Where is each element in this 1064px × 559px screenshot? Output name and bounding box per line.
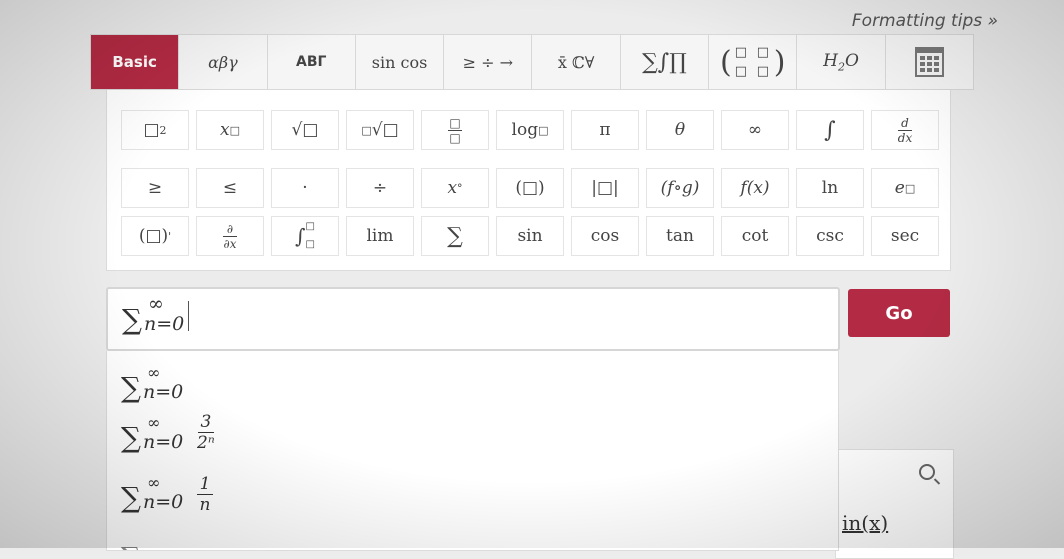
symbol-integral[interactable]: ∫ xyxy=(796,110,864,150)
tab-greek-upper[interactable]: ΑΒΓ xyxy=(268,35,356,89)
suggestion-upper: ∞ xyxy=(147,413,161,432)
symbol-sin[interactable]: sin xyxy=(496,216,564,256)
symbol-function[interactable]: f(x) xyxy=(721,168,789,208)
symbol-composition[interactable]: (f∘g) xyxy=(646,168,714,208)
symbol-theta[interactable]: θ xyxy=(646,110,714,150)
symbol-power[interactable]: x □ xyxy=(196,110,264,150)
symbol-absolute[interactable]: |□| xyxy=(571,168,639,208)
math-input[interactable]: ∑ ∞ n=0 xyxy=(106,287,840,351)
input-upper-limit: ∞ xyxy=(148,293,164,315)
symbol-exp[interactable]: e □ xyxy=(871,168,939,208)
tab-operators[interactable]: ≥ ÷ → xyxy=(444,35,533,89)
suggestion-numerator: 3 xyxy=(200,412,212,432)
tab-chemistry[interactable]: H2O xyxy=(797,35,886,89)
tab-calculus[interactable]: ∑∫∏ xyxy=(621,35,710,89)
symbol-ln[interactable]: ln xyxy=(796,168,864,208)
suggestion-lower: n=0 xyxy=(143,381,184,403)
tab-sets[interactable]: x̄ ℂ∀ xyxy=(532,35,621,89)
matrix-icon: (□ □ □ □) xyxy=(720,44,786,80)
symbol-parentheses[interactable]: (□) xyxy=(496,168,564,208)
symbol-panel: □ 2 x □ √□ □ √□ □ □ log □ π θ ∞ ∫ d dx ≥ ≤ · ÷… xyxy=(106,90,951,271)
tab-matrix[interactable]: (□ □ □ □) xyxy=(709,35,798,89)
symbol-pi[interactable]: π xyxy=(571,110,639,150)
symbol-divide[interactable]: ÷ xyxy=(346,168,414,208)
suggestion-denominator: n xyxy=(199,495,211,515)
symbol-cot[interactable]: cot xyxy=(721,216,789,256)
suggestion-fraction: 3 2ⁿ xyxy=(197,413,215,452)
suggestion-item[interactable]: ∑ ∞ n=0 1 n xyxy=(121,473,821,525)
text-caret xyxy=(188,301,189,331)
suggestion-denominator: 2ⁿ xyxy=(197,433,215,453)
input-lower-limit: n=0 xyxy=(144,313,185,335)
suggestion-dropdown: ∑ ∞ n=0 ∑ ∞ n=0 3 2ⁿ ∑ ∞ n=0 1 n ∑ xyxy=(106,351,839,551)
background-link[interactable]: in(x) xyxy=(842,511,888,535)
input-sigma: ∑ xyxy=(122,303,142,336)
background-search-panel: in(x) xyxy=(835,449,954,559)
suggestion-item[interactable]: ∑ ∞ n=0 3 2ⁿ xyxy=(121,413,821,465)
symbol-degree[interactable]: x ° xyxy=(421,168,489,208)
suggestion-upper: ∞ xyxy=(147,363,161,382)
symbol-sum[interactable]: ∑ xyxy=(421,216,489,256)
symbol-geq[interactable]: ≥ xyxy=(121,168,189,208)
suggestion-item[interactable]: ∑ ∞ n=0 xyxy=(121,363,821,415)
tab-calculator[interactable] xyxy=(886,35,973,89)
formatting-tips-link[interactable]: Formatting tips » xyxy=(852,11,998,31)
symbol-definite-integral[interactable]: ∫ □ □ xyxy=(271,216,339,256)
symbol-csc[interactable]: csc xyxy=(796,216,864,256)
symbol-dot[interactable]: · xyxy=(271,168,339,208)
suggestion-lower: n=0 xyxy=(143,431,184,453)
symbol-prime[interactable]: (□) ' xyxy=(121,216,189,256)
symbol-sec[interactable]: sec xyxy=(871,216,939,256)
symbol-leq[interactable]: ≤ xyxy=(196,168,264,208)
symbol-partial[interactable]: ∂ ∂x xyxy=(196,216,264,256)
symbol-nth-root[interactable]: □ √□ xyxy=(346,110,414,150)
suggestion-upper: ∞ xyxy=(147,473,161,492)
symbol-infinity[interactable]: ∞ xyxy=(721,110,789,150)
tab-basic[interactable]: Basic xyxy=(91,35,180,89)
tab-greek-lower[interactable]: αβγ xyxy=(179,35,268,89)
symbol-log[interactable]: log □ xyxy=(496,110,564,150)
symbol-cos[interactable]: cos xyxy=(571,216,639,256)
go-button[interactable]: Go xyxy=(848,289,950,337)
suggestion-item-partial[interactable]: ∑ xyxy=(121,533,821,550)
suggestion-lower: n=0 xyxy=(143,491,184,513)
keypad-tab-bar: Basic αβγ ΑΒΓ sin cos ≥ ÷ → x̄ ℂ∀ ∑∫∏ (□… xyxy=(90,34,974,90)
suggestion-numerator: 1 xyxy=(199,474,211,494)
tab-trig[interactable]: sin cos xyxy=(356,35,445,89)
search-icon[interactable] xyxy=(919,464,935,480)
suggestion-fraction: 1 n xyxy=(197,475,213,514)
calculator-icon xyxy=(914,47,944,77)
symbol-limit[interactable]: lim xyxy=(346,216,414,256)
symbol-derivative[interactable]: d dx xyxy=(871,110,939,150)
symbol-sqrt[interactable]: √□ xyxy=(271,110,339,150)
symbol-fraction[interactable]: □ □ xyxy=(421,110,489,150)
symbol-square[interactable]: □ 2 xyxy=(121,110,189,150)
symbol-tan[interactable]: tan xyxy=(646,216,714,256)
